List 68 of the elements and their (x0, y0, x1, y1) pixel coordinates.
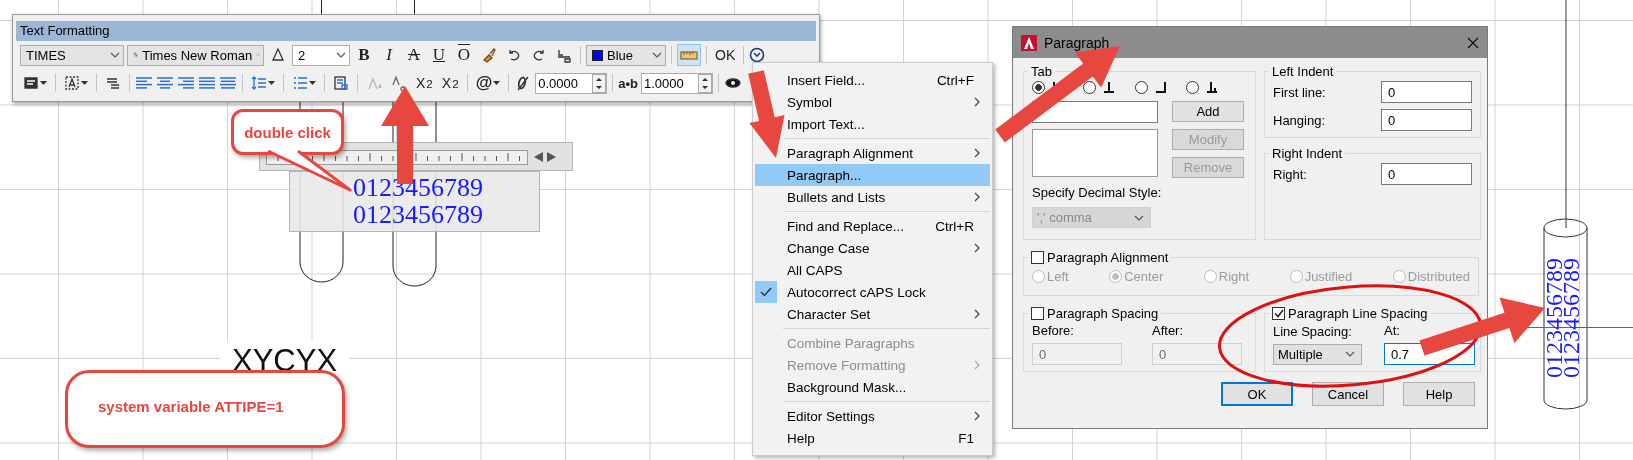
text-line: 0123456789 (353, 201, 484, 228)
field-label: Right: (1273, 166, 1307, 182)
vertical-text: 0123456789 (1563, 258, 1580, 378)
spacing-field[interactable]: 0 (1032, 343, 1122, 365)
toolbar-title: Text Formatting (16, 21, 816, 41)
height-dropdown[interactable]: 2 (292, 44, 350, 66)
menu-item[interactable]: Editor Settings (785, 405, 990, 427)
font-dropdown[interactable]: Times New Roman (127, 44, 264, 66)
tracking-label: a•b (618, 75, 638, 91)
menu-item[interactable]: Paragraph... (755, 164, 990, 186)
indent-field[interactable]: 0 (1381, 109, 1472, 131)
dialog-button[interactable]: Help (1403, 382, 1475, 406)
dialog-title: Paragraph (1044, 34, 1110, 51)
radio-label: Right (1218, 269, 1250, 284)
vertical-text: 0123456789 (1546, 258, 1563, 378)
field-label: Hanging: (1273, 112, 1326, 128)
tracking-field[interactable]: 1.0000 (640, 72, 713, 94)
text-line: 0123456789 (353, 174, 484, 201)
underline-button[interactable]: U (428, 44, 450, 66)
menu-item[interactable]: Paragraph Alignment (785, 142, 990, 164)
spacing-field[interactable]: 0 (1152, 343, 1242, 365)
strike-button[interactable]: A (403, 44, 425, 66)
field-label: At: (1384, 323, 1401, 338)
field-label: Specify Decimal Style: (1032, 185, 1163, 200)
menu-item[interactable]: Background Mask... (785, 376, 990, 398)
menu-item[interactable]: Symbol (785, 91, 990, 113)
bold-button[interactable]: B (353, 44, 375, 66)
menu-item[interactable]: Autocorrect cAPS Lock (755, 281, 990, 303)
overline-button[interactable]: O (453, 44, 475, 66)
menu-item[interactable]: Change Case (785, 237, 990, 259)
field-label: Line Spacing: (1273, 323, 1353, 339)
shortcut-text: F1 (958, 430, 975, 446)
group-label: Tab (1031, 64, 1052, 79)
field-label: First line: (1273, 84, 1326, 100)
indent-field[interactable]: 0 (1381, 81, 1472, 103)
text-editor[interactable]: 0123456789 0123456789 (289, 171, 540, 232)
callout: system variable ATTIPE=1 (65, 370, 345, 448)
menu-item[interactable]: Insert Field... Ctrl+F (785, 69, 990, 91)
shortcut-text: Ctrl+R (935, 218, 975, 234)
callout: double click (231, 109, 344, 155)
dialog-button[interactable]: Add (1172, 101, 1244, 122)
menu-item[interactable]: Character Set (785, 303, 990, 325)
field-label: Before: (1032, 323, 1075, 338)
group-label: Right Indent (1272, 146, 1343, 161)
group-label: Left Indent (1272, 64, 1334, 79)
oblique-field[interactable]: 0.0000 (535, 72, 608, 94)
radio-label: Center (1124, 269, 1164, 284)
radio-label: Justified (1304, 269, 1353, 284)
radio-label: Distributed (1407, 269, 1470, 284)
menu-item[interactable]: All CAPS (785, 259, 990, 281)
checkbox-label: Paragraph Spacing (1047, 306, 1159, 321)
radio-label: Left (1047, 269, 1069, 284)
menu-item[interactable]: Bullets and Lists (785, 186, 990, 208)
menu-item[interactable]: Find and Replace... Ctrl+R (785, 215, 990, 237)
line-spacing-dropdown[interactable]: Multiple (1273, 343, 1362, 365)
color-dropdown[interactable]: Blue (586, 44, 666, 66)
style-dropdown[interactable]: TIMES (20, 44, 124, 66)
indent-field[interactable]: 0 (1381, 163, 1472, 185)
ok-button[interactable]: OK (712, 44, 739, 66)
italic-button[interactable]: I (378, 44, 400, 66)
checkbox-label: Paragraph Line Spacing (1288, 306, 1428, 321)
field-label: After: (1152, 323, 1185, 338)
symbol-button[interactable]: @ (472, 72, 504, 94)
dialog-button[interactable]: OK (1221, 382, 1293, 406)
menu-item[interactable]: Help F1 (785, 427, 990, 449)
menu-item[interactable]: Import Text... (785, 113, 990, 135)
checkbox-label: Paragraph Alignment (1047, 250, 1169, 265)
shortcut-text: Ctrl+F (936, 72, 975, 88)
